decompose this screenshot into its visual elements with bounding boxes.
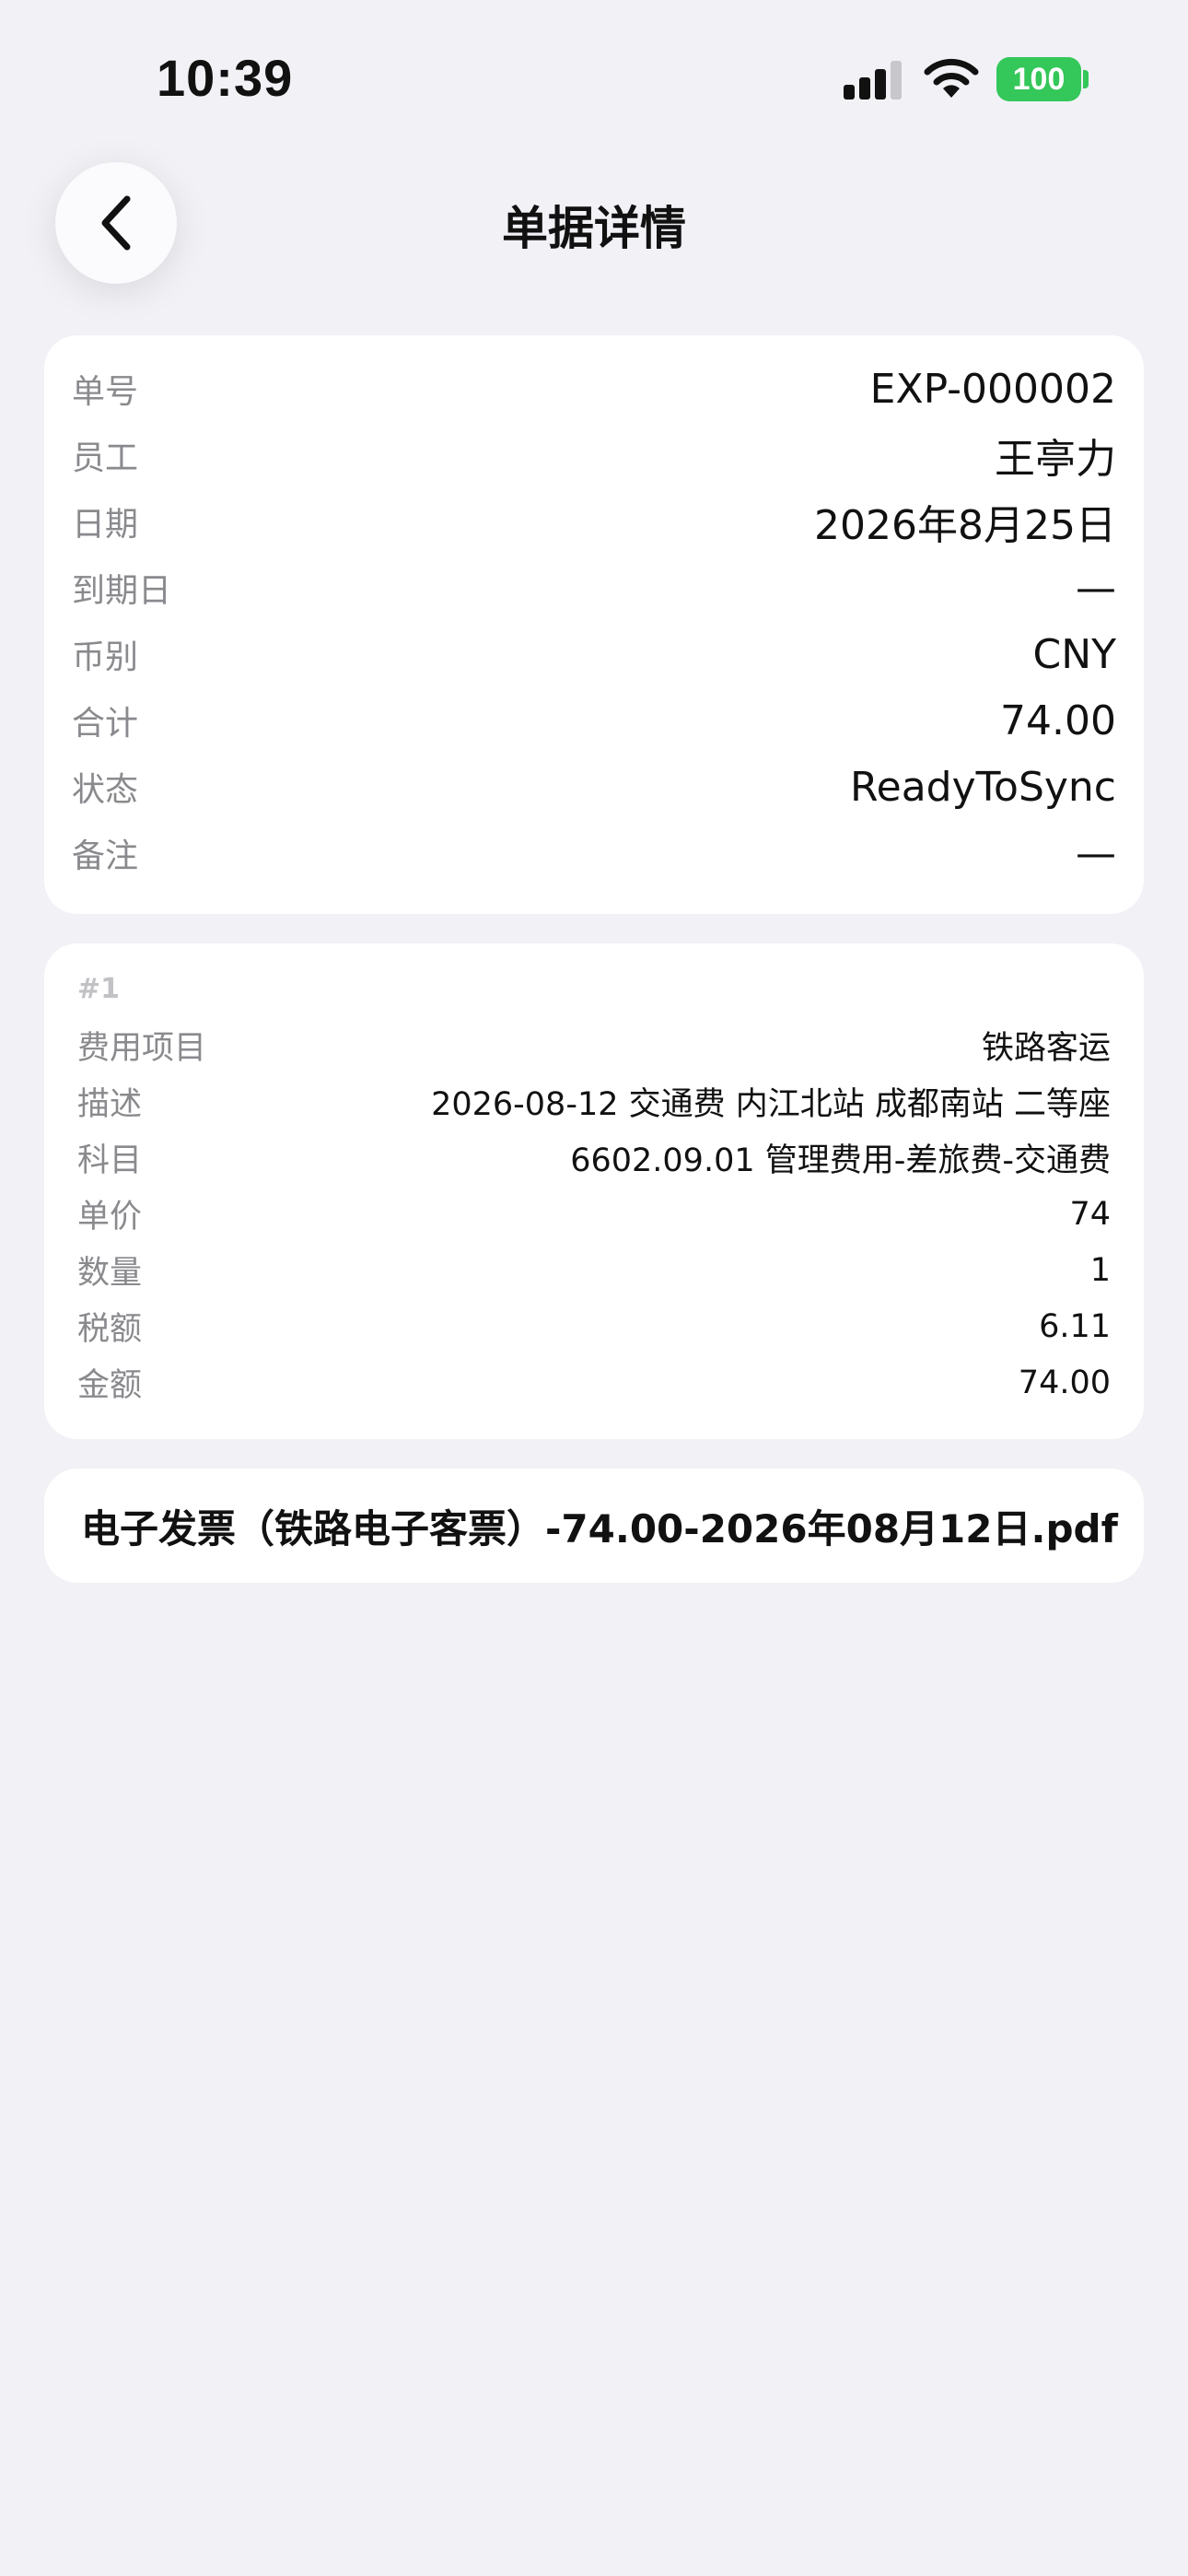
field-label: 合计 (72, 705, 139, 743)
attachment-file-name: 电子发票（铁路电子客票）-74.00-2026年08月12日.pdf (81, 1505, 1118, 1551)
field-label: 到期日 (72, 572, 172, 610)
field-label: 币别 (72, 638, 139, 676)
line-row-unit-price: 单价 74 (77, 1186, 1111, 1242)
line-label: 金额 (77, 1367, 143, 1404)
wifi-icon (924, 58, 979, 98)
status-time: 10:39 (157, 49, 294, 107)
attachment-item[interactable]: 电子发票（铁路电子客票）-74.00-2026年08月12日.pdf (44, 1469, 1144, 1583)
line-value: 6.11 (1039, 1307, 1111, 1345)
field-label: 备注 (72, 837, 139, 875)
field-row-employee: 员工 王亭力 (72, 422, 1116, 488)
field-value: — (1076, 829, 1116, 877)
line-label: 费用项目 (77, 1030, 207, 1067)
field-row-number: 单号 EXP-000002 (72, 356, 1116, 422)
field-row-status: 状态 ReadyToSync (72, 754, 1116, 820)
signal-icon (844, 61, 902, 100)
line-label: 数量 (77, 1255, 143, 1292)
battery-tip (1083, 70, 1089, 88)
field-value: CNY (1032, 630, 1116, 678)
field-value: 2026年8月25日 (814, 502, 1116, 549)
line-row-tax: 税额 6.11 (77, 1298, 1111, 1354)
field-row-due-date: 到期日 — (72, 555, 1116, 621)
field-row-total: 合计 74.00 (72, 687, 1116, 754)
field-value: ReadyToSync (850, 763, 1116, 811)
field-label: 员工 (72, 439, 139, 477)
line-row-amount: 金额 74.00 (77, 1354, 1111, 1411)
line-value: 1 (1089, 1251, 1111, 1289)
field-row-remark: 备注 — (72, 820, 1116, 886)
line-value: 74.00 (1018, 1364, 1111, 1401)
line-value: 74 (1069, 1195, 1111, 1233)
field-row-currency: 币别 CNY (72, 621, 1116, 687)
field-label: 日期 (72, 506, 139, 544)
field-value: EXP-000002 (869, 365, 1116, 413)
line-value: 6602.09.01 管理费用-差旅费-交通费 (570, 1142, 1111, 1179)
battery-icon: 100 (996, 57, 1081, 101)
line-row-expense-item: 费用项目 铁路客运 (77, 1017, 1111, 1073)
expense-line-card: #1 费用项目 铁路客运 描述 2026-08-12 交通费 内江北站 成都南站… (44, 943, 1144, 1439)
line-row-quantity: 数量 1 (77, 1242, 1111, 1298)
field-value: 王亭力 (995, 436, 1116, 483)
line-label: 描述 (77, 1086, 143, 1123)
line-index: #1 (77, 973, 121, 1005)
line-label: 税额 (77, 1311, 143, 1348)
field-value: 74.00 (1000, 697, 1116, 744)
field-value: — (1076, 564, 1116, 612)
line-value: 铁路客运 (981, 1030, 1111, 1067)
line-row-account: 科目 6602.09.01 管理费用-差旅费-交通费 (77, 1130, 1111, 1186)
line-row-description: 描述 2026-08-12 交通费 内江北站 成都南站 二等座 (77, 1073, 1111, 1130)
field-label: 单号 (72, 373, 139, 411)
line-label: 科目 (77, 1142, 143, 1179)
line-label: 单价 (77, 1199, 143, 1235)
page-title: 单据详情 (502, 202, 686, 255)
field-label: 状态 (72, 771, 139, 809)
line-value: 2026-08-12 交通费 内江北站 成都南站 二等座 (431, 1086, 1111, 1123)
field-row-date: 日期 2026年8月25日 (72, 488, 1116, 555)
status-bar: 10:39 100 (0, 0, 1188, 157)
document-header-card: 单号 EXP-000002 员工 王亭力 日期 2026年8月25日 到期日 —… (44, 335, 1144, 914)
